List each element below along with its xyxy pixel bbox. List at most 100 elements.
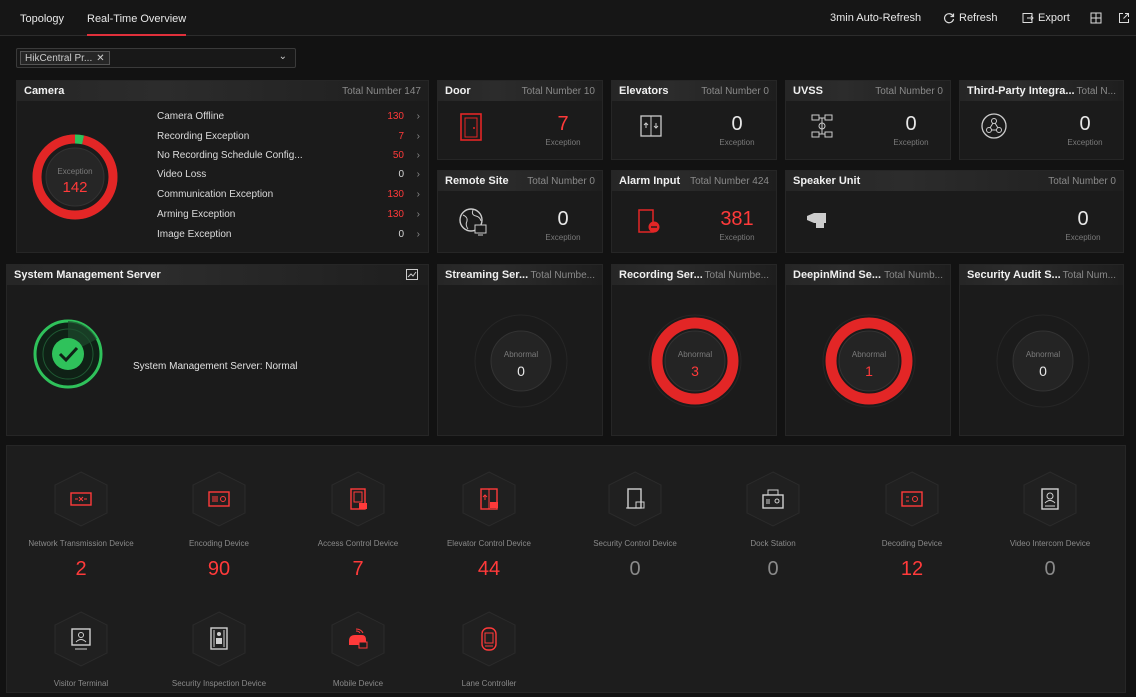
hexagon-frame [192, 611, 246, 667]
panel-total: Total Numbe... [704, 270, 769, 281]
fullscreen-button[interactable] [1118, 0, 1130, 36]
chart-icon[interactable] [406, 269, 418, 280]
device-label: Security Inspection Device [171, 679, 267, 688]
top-bar: Topology Real-Time Overview 3min Auto-Re… [0, 0, 1136, 36]
chevron-right-icon[interactable]: › [417, 150, 420, 161]
device-value: 0 [767, 558, 779, 580]
panel-title: Door [445, 85, 471, 97]
tab-topology[interactable]: Topology [20, 0, 64, 36]
auto-refresh-dropdown[interactable]: 3min Auto-Refresh [830, 0, 921, 36]
tab-real-time-overview[interactable]: Real-Time Overview [87, 0, 187, 36]
device-tile[interactable] [743, 470, 803, 528]
chevron-right-icon[interactable]: › [417, 111, 420, 122]
hexagon-frame [462, 611, 516, 667]
row-value: 0 [398, 169, 404, 180]
panel-title: DeepinMind Se... [793, 269, 882, 281]
device-label: Access Control Device [317, 539, 399, 548]
camera-exception-row[interactable]: Image Exception 0 › [157, 229, 422, 243]
panel-title: System Management Server [14, 269, 161, 281]
device-label: Video Intercom Device [1009, 539, 1091, 548]
panel-total: Total Num... [1062, 270, 1116, 281]
chevron-down-icon[interactable]: ⌄ [279, 51, 287, 62]
filter-chip[interactable]: HikCentral Pr... ✕ [20, 51, 110, 65]
device-value: 0 [1044, 558, 1056, 580]
alarm-input-card[interactable]: Alarm Input Total Number 424 381 Exceptio… [611, 170, 777, 253]
card-value: 0 [557, 208, 569, 230]
camera-exception-row[interactable]: Communication Exception 130 › [157, 189, 422, 203]
close-icon[interactable]: ✕ [96, 52, 104, 64]
panel-title: Third-Party Integra... [967, 85, 1075, 97]
chevron-right-icon[interactable]: › [417, 169, 420, 180]
door-card[interactable]: Door Total Number 10 7 Exception [437, 80, 603, 160]
panel-total: Total Number 147 [342, 86, 421, 97]
row-value: 50 [392, 150, 404, 161]
card-label: Exception [1067, 138, 1103, 147]
uvss-card[interactable]: UVSS Total Number 0 0 Exception [785, 80, 951, 160]
camera-exception-ring [32, 134, 118, 220]
row-value: 130 [387, 209, 404, 220]
hexagon-frame [331, 611, 385, 667]
hexagon-frame [54, 611, 108, 667]
server-card[interactable]: DeepinMind Se... Total Numb... Abnormal 1 [785, 264, 951, 436]
export-button[interactable]: Export [1022, 0, 1070, 36]
card-value: 7 [557, 113, 569, 135]
panel-total: Total N... [1076, 86, 1116, 97]
device-label: Security Control Device [593, 539, 677, 548]
third-party-card[interactable]: Third-Party Integra... Total N... 0 Excep… [959, 80, 1124, 160]
card-label: Exception [545, 233, 581, 242]
hexagon-frame [331, 471, 385, 527]
speaker-unit-card[interactable]: Speaker Unit Total Number 0 0 Exception [785, 170, 1124, 253]
camera-exception-row[interactable]: Arming Exception 130 › [157, 209, 422, 223]
filter-chip-label: HikCentral Pr... [25, 53, 93, 64]
device-tile[interactable] [189, 610, 249, 668]
server-card[interactable]: Streaming Ser... Total Numbe... Abnormal 0 [437, 264, 603, 436]
server-card[interactable]: Recording Ser... Total Numbe... Abnormal 3 [611, 264, 777, 436]
ring-label: Abnormal [677, 350, 713, 359]
ring-label: Abnormal [851, 350, 887, 359]
site-filter-select[interactable]: HikCentral Pr... ✕ ⌄ [16, 48, 296, 68]
device-tile[interactable] [882, 470, 942, 528]
device-tile[interactable] [51, 470, 111, 528]
card-label: Exception [719, 233, 755, 242]
refresh-button[interactable]: Refresh [943, 0, 998, 36]
refresh-label: Refresh [959, 12, 998, 24]
remote-site-card[interactable]: Remote Site Total Number 0 0 Exception [437, 170, 603, 253]
device-tile[interactable] [189, 470, 249, 528]
panel-total: Total Numb... [884, 270, 943, 281]
camera-exception-row[interactable]: Recording Exception 7 › [157, 131, 422, 145]
panel-total: Total Number 0 [701, 86, 769, 97]
camera-panel: Camera Total Number 147 Exception 142 Cam… [16, 80, 429, 253]
device-tile[interactable] [328, 610, 388, 668]
alarm-input-icon [638, 209, 660, 233]
chevron-right-icon[interactable]: › [417, 209, 420, 220]
camera-exception-row[interactable]: Camera Offline 130 › [157, 111, 422, 125]
uvss-icon [811, 114, 833, 138]
camera-exception-row[interactable]: No Recording Schedule Config... 50 › [157, 150, 422, 164]
ring-label: Abnormal [1025, 350, 1061, 359]
elevators-card[interactable]: Elevators Total Number 0 0 Exception [611, 80, 777, 160]
chevron-right-icon[interactable]: › [417, 189, 420, 200]
device-tile[interactable] [1020, 470, 1080, 528]
camera-exception-row[interactable]: Video Loss 0 › [157, 169, 422, 183]
device-tile[interactable] [459, 610, 519, 668]
hexagon-frame [54, 471, 108, 527]
device-label: Elevator Control Device [446, 539, 532, 548]
abnormal-ring [474, 314, 568, 408]
devices-panel: Network Transmission Device 2 Encoding Dev… [6, 445, 1126, 693]
device-tile[interactable] [328, 470, 388, 528]
chevron-right-icon[interactable]: › [417, 131, 420, 142]
device-tile[interactable] [605, 470, 665, 528]
card-value: 0 [731, 113, 743, 135]
layout-button[interactable] [1090, 0, 1102, 36]
panel-total: Total Number 10 [521, 86, 595, 97]
server-card[interactable]: Security Audit S... Total Num... Abnormal 0 [959, 264, 1124, 436]
device-tile[interactable] [51, 610, 111, 668]
panel-total: Total Numbe... [530, 270, 595, 281]
panel-title: Speaker Unit [793, 175, 861, 187]
panel-total: Total Number 0 [527, 176, 595, 187]
panel-title: Remote Site [445, 175, 509, 187]
chevron-right-icon[interactable]: › [417, 229, 420, 240]
device-value: 2 [75, 558, 87, 580]
device-tile[interactable] [459, 470, 519, 528]
row-label: Recording Exception [157, 131, 250, 142]
